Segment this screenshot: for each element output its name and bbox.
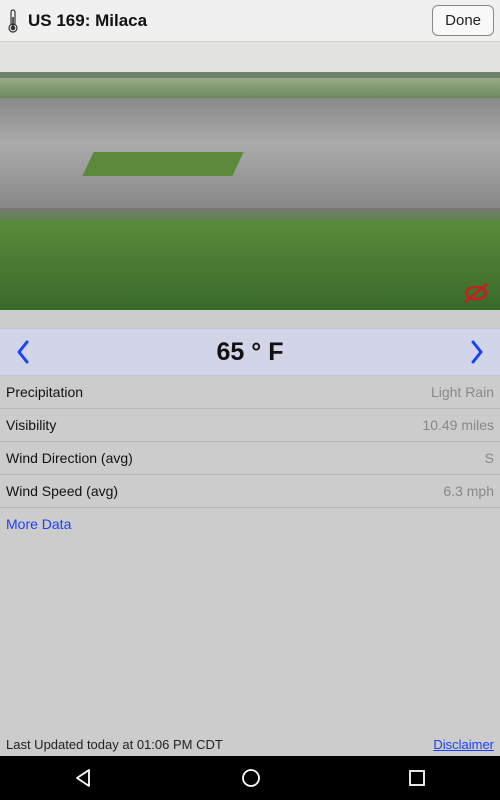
camera-image xyxy=(0,42,500,310)
home-icon[interactable] xyxy=(240,767,262,789)
row-value: 6.3 mph xyxy=(443,483,494,499)
temperature-value: 65 ° F xyxy=(32,338,468,367)
no-camera-icon xyxy=(462,282,490,304)
android-nav-bar xyxy=(0,756,500,800)
row-label: Wind Speed (avg) xyxy=(6,483,118,499)
table-row: Wind Speed (avg) 6.3 mph xyxy=(0,475,500,508)
last-updated-text: Last Updated today at 01:06 PM CDT xyxy=(6,737,223,752)
done-button[interactable]: Done xyxy=(432,5,494,36)
footer-bar: Last Updated today at 01:06 PM CDT Discl… xyxy=(0,733,500,756)
row-value: 10.49 miles xyxy=(422,417,494,433)
row-value: Light Rain xyxy=(431,384,494,400)
temperature-bar: 65 ° F xyxy=(0,328,500,376)
table-row: Precipitation Light Rain xyxy=(0,376,500,409)
page-title: US 169: Milaca xyxy=(28,11,432,31)
row-value: S xyxy=(485,450,494,466)
table-row: Visibility 10.49 miles xyxy=(0,409,500,442)
row-label: Visibility xyxy=(6,417,56,433)
row-label: Wind Direction (avg) xyxy=(6,450,133,466)
data-table: Precipitation Light Rain Visibility 10.4… xyxy=(0,376,500,540)
table-row: Wind Direction (avg) S xyxy=(0,442,500,475)
thermometer-icon xyxy=(6,8,20,34)
back-icon[interactable] xyxy=(73,767,95,789)
disclaimer-link[interactable]: Disclaimer xyxy=(433,737,494,752)
recent-apps-icon[interactable] xyxy=(407,768,427,788)
more-data-link[interactable]: More Data xyxy=(0,508,500,540)
header-bar: US 169: Milaca Done xyxy=(0,0,500,42)
divider xyxy=(0,310,500,328)
row-label: Precipitation xyxy=(6,384,83,400)
next-button[interactable] xyxy=(468,338,486,366)
prev-button[interactable] xyxy=(14,338,32,366)
